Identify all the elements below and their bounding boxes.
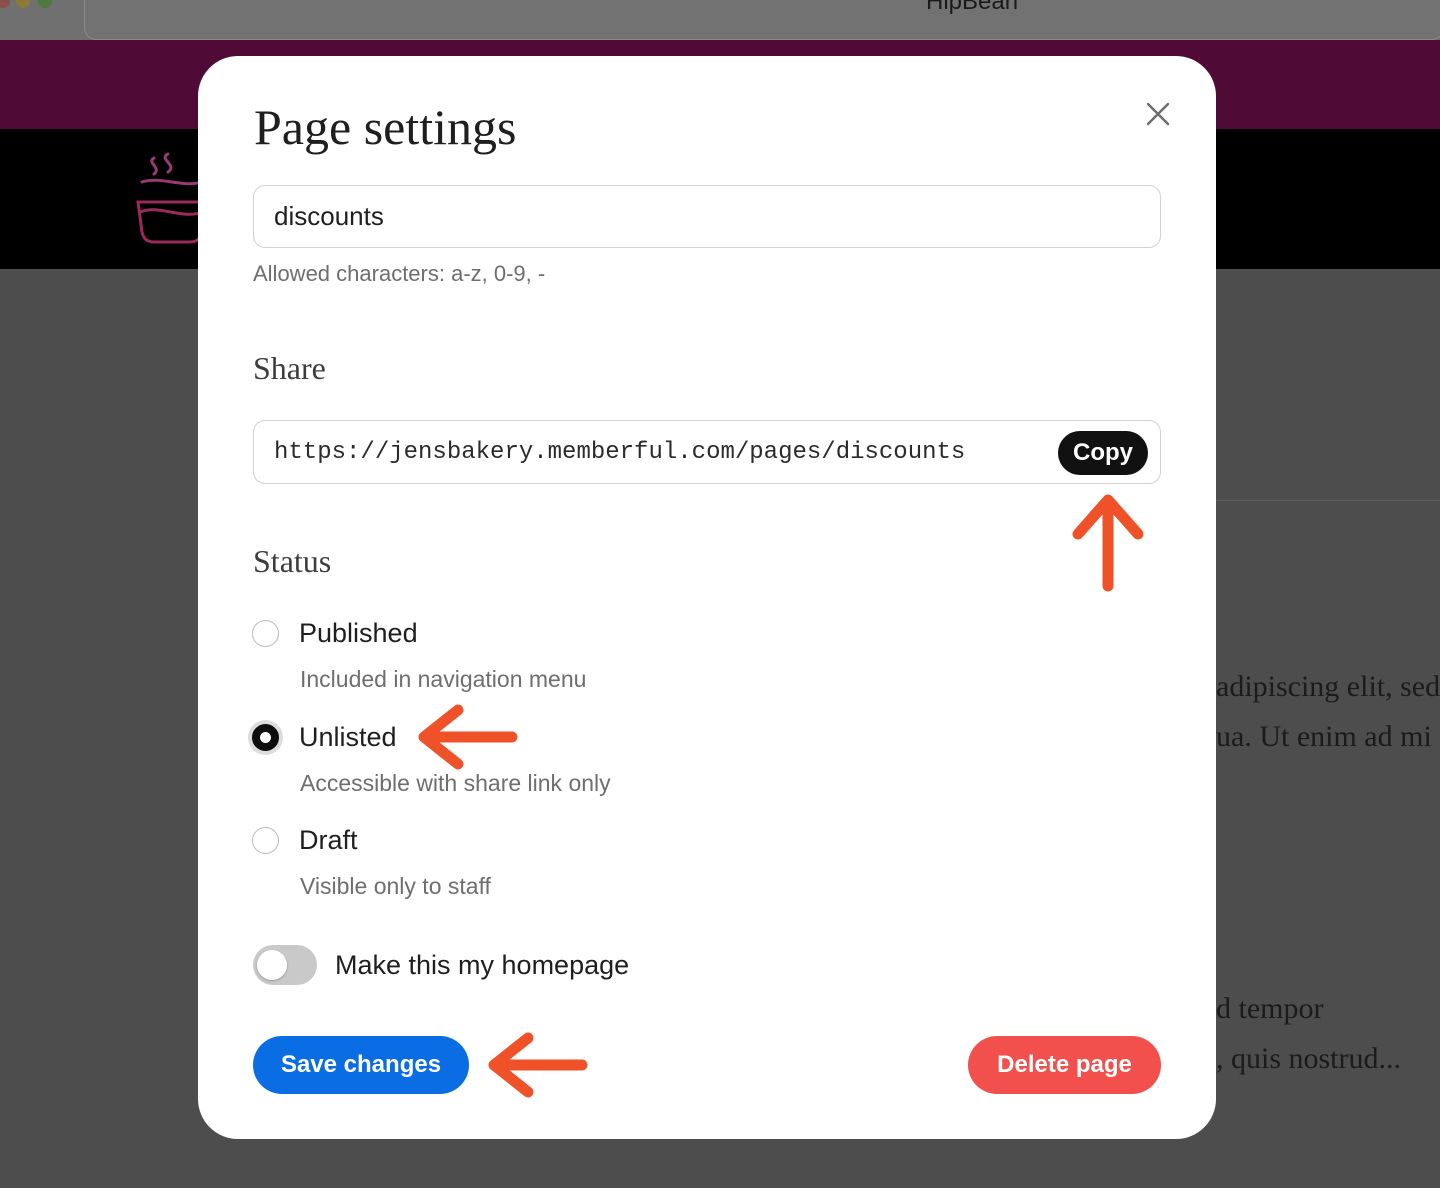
modal-title: Page settings [254,99,517,155]
status-option-unlisted[interactable]: Unlisted [252,722,397,753]
annotation-arrow-up-icon [1072,494,1144,592]
window-zoom-dot[interactable] [38,0,52,8]
close-icon [1146,102,1170,126]
share-url-text[interactable]: https://jensbakery.memberful.com/pages/d… [274,439,965,466]
annotation-arrow-left-icon [418,704,518,770]
status-heading: Status [253,543,332,579]
page-divider [1216,500,1440,501]
delete-page-button[interactable]: Delete page [968,1036,1161,1094]
window-titlebar: HipBean [0,0,1440,40]
radio-published[interactable] [252,620,279,647]
radio-label: Draft [299,825,358,855]
page-slug-input[interactable] [253,185,1161,248]
status-option-published[interactable]: Published [252,618,418,649]
radio-unlisted[interactable] [252,724,279,751]
status-option-draft[interactable]: Draft [252,825,358,856]
share-heading: Share [253,350,326,386]
toggle-knob [257,950,287,980]
background-paragraph-line: ua. Ut enim ad mi [1216,720,1432,753]
background-paragraph-line: adipiscing elit, sed [1216,670,1440,703]
radio-label: Published [299,618,418,648]
background-paragraph-line: d tempor [1216,992,1324,1025]
annotation-arrow-left-icon [488,1032,588,1098]
window-close-dot[interactable] [0,0,10,8]
homepage-toggle-label: Make this my homepage [335,949,630,980]
homepage-toggle[interactable] [253,945,317,985]
slug-helper-text: Allowed characters: a-z, 0-9, - [253,261,546,286]
copy-button[interactable]: Copy [1058,431,1148,475]
radio-description: Accessible with share link only [300,770,611,796]
close-button[interactable] [1138,94,1178,134]
page-settings-modal: Page settings Allowed characters: a-z, 0… [198,56,1216,1139]
browser-tab[interactable] [84,0,1440,40]
radio-label: Unlisted [299,722,397,752]
radio-draft[interactable] [252,827,279,854]
homepage-toggle-row[interactable]: Make this my homepage [253,945,629,985]
save-changes-button[interactable]: Save changes [253,1036,469,1094]
share-link-field: https://jensbakery.memberful.com/pages/d… [253,420,1161,484]
radio-description: Included in navigation menu [300,666,587,692]
radio-description: Visible only to staff [300,873,491,899]
window-title: HipBean [926,0,1019,15]
background-paragraph-line: , quis nostrud... [1216,1042,1402,1075]
window-minimize-dot[interactable] [16,0,30,8]
